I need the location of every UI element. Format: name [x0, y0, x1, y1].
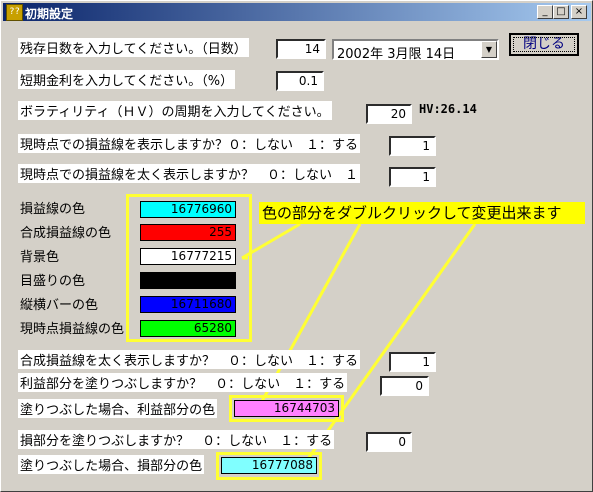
fill-loss-label: 損部分を塗りつぶしますか？ ０：しない １：する: [18, 430, 335, 449]
double-click-hint: 色の部分をダブルクリックして変更出来ます: [259, 202, 585, 224]
bold-composite-input[interactable]: 1: [389, 352, 436, 372]
profit-color-label: 塗りつぶした場合、利益部分の色: [18, 399, 218, 418]
profit-color-swatch[interactable]: 16744703: [234, 400, 339, 417]
loss-color-swatch[interactable]: 16777088: [221, 457, 317, 474]
fill-loss-input[interactable]: 0: [366, 432, 412, 452]
loss-color-label: 塗りつぶした場合、損部分の色: [18, 455, 205, 474]
fill-profit-label: 利益部分を塗りつぶしますか？ ０：しない １：する: [18, 373, 348, 392]
fill-profit-input[interactable]: 0: [380, 376, 429, 396]
bold-composite-label: 合成損益線を太く表示しますか？ ０：しない １：する: [18, 350, 361, 369]
